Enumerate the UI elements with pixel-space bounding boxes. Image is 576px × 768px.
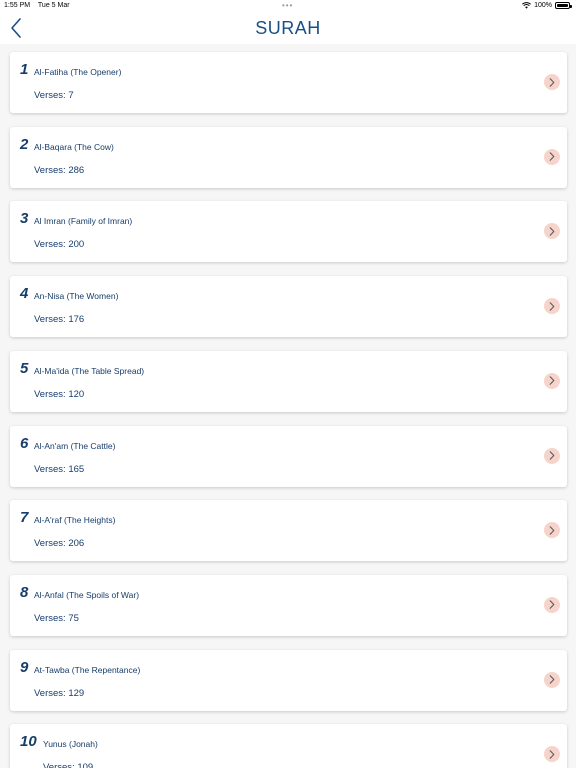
surah-row[interactable]: 8 Al-Anfal (The Spoils of War) Verses: 75 <box>10 574 567 636</box>
status-left: 1:55 PM Tue 5 Mar <box>4 2 76 9</box>
surah-row[interactable]: 2 Al-Baqara (The Cow) Verses: 286 <box>10 126 567 188</box>
chevron-right-icon[interactable] <box>544 148 560 165</box>
surah-number: 2 <box>20 135 29 153</box>
surah-number: 8 <box>20 583 29 601</box>
surah-number: 10 <box>20 733 37 751</box>
multitasking-dots[interactable]: ••• <box>282 1 293 10</box>
surah-number: 4 <box>20 285 29 303</box>
chevron-right-icon[interactable] <box>544 298 560 315</box>
chevron-right-icon[interactable] <box>544 223 560 240</box>
surah-verses: Verses: 129 <box>34 687 85 699</box>
surah-name: Al Imran (Family of Imran) <box>34 216 133 227</box>
surah-verses: Verses: 165 <box>34 463 85 475</box>
surah-verses: Verses: 109 <box>43 762 94 768</box>
chevron-right-icon[interactable] <box>544 372 560 389</box>
surah-name: An-Nisa (The Women) <box>34 291 119 302</box>
surah-number: 7 <box>20 509 29 527</box>
status-time: 1:55 PM <box>4 2 31 9</box>
surah-name: Al-A'raf (The Heights) <box>34 515 116 526</box>
navigation-bar: SURAH <box>0 12 576 44</box>
surah-number: 6 <box>20 434 29 452</box>
status-bar: 1:55 PM Tue 5 Mar ••• 100% <box>0 0 576 12</box>
battery-percent: 100% <box>534 2 552 9</box>
surah-name: Al-An'am (The Cattle) <box>34 440 116 451</box>
surah-name: At-Tawba (The Repentance) <box>34 664 141 675</box>
surah-number: 3 <box>20 210 29 228</box>
surah-number: 1 <box>20 61 29 78</box>
surah-row[interactable]: 5 Al-Ma'ida (The Table Spread) Verses: 120 <box>10 350 567 412</box>
surah-verses: Verses: 206 <box>34 538 85 550</box>
chevron-right-icon[interactable] <box>544 447 560 464</box>
chevron-right-icon[interactable] <box>544 596 560 613</box>
surah-verses: Verses: 176 <box>34 314 85 326</box>
surah-row[interactable]: 4 An-Nisa (The Women) Verses: 176 <box>10 276 567 338</box>
surah-row[interactable]: 7 Al-A'raf (The Heights) Verses: 206 <box>10 500 567 562</box>
surah-name: Al-Ma'ida (The Table Spread) <box>34 365 145 376</box>
surah-row[interactable]: 9 At-Tawba (The Repentance) Verses: 129 <box>10 649 567 711</box>
status-right: 100% <box>522 2 572 9</box>
chevron-right-icon[interactable] <box>544 74 560 90</box>
wifi-icon <box>522 2 532 9</box>
surah-row[interactable]: 3 Al Imran (Family of Imran) Verses: 200 <box>10 201 567 263</box>
surah-name: Al-Fatiha (The Opener) <box>34 67 122 77</box>
surah-verses: Verses: 75 <box>34 612 79 624</box>
surah-row[interactable]: 1 Al-Fatiha (The Opener) Verses: 7 <box>10 52 567 113</box>
surah-row[interactable]: 6 Al-An'am (The Cattle) Verses: 165 <box>10 425 567 487</box>
surah-verses: Verses: 120 <box>34 388 85 400</box>
surah-verses: Verses: 7 <box>34 90 74 101</box>
surah-verses: Verses: 200 <box>34 239 85 251</box>
surah-name: Al-Anfal (The Spoils of War) <box>34 589 140 600</box>
surah-number: 5 <box>20 359 29 377</box>
chevron-right-icon[interactable] <box>544 746 560 763</box>
surah-name: Al-Baqara (The Cow) <box>34 141 114 152</box>
surah-list[interactable]: 1 Al-Fatiha (The Opener) Verses: 7 2 Al-Baqa… <box>0 44 576 768</box>
surah-name: Yunus (Jonah) <box>43 739 98 750</box>
page-title: SURAH <box>255 18 321 38</box>
surah-verses: Verses: 286 <box>34 164 85 176</box>
surah-number: 9 <box>20 658 29 676</box>
chevron-right-icon[interactable] <box>544 522 560 539</box>
surah-row[interactable]: 10 Yunus (Jonah) Verses: 109 <box>10 724 567 768</box>
battery-icon <box>555 2 572 9</box>
chevron-right-icon[interactable] <box>544 671 560 688</box>
status-date: Tue 5 Mar <box>37 2 70 9</box>
